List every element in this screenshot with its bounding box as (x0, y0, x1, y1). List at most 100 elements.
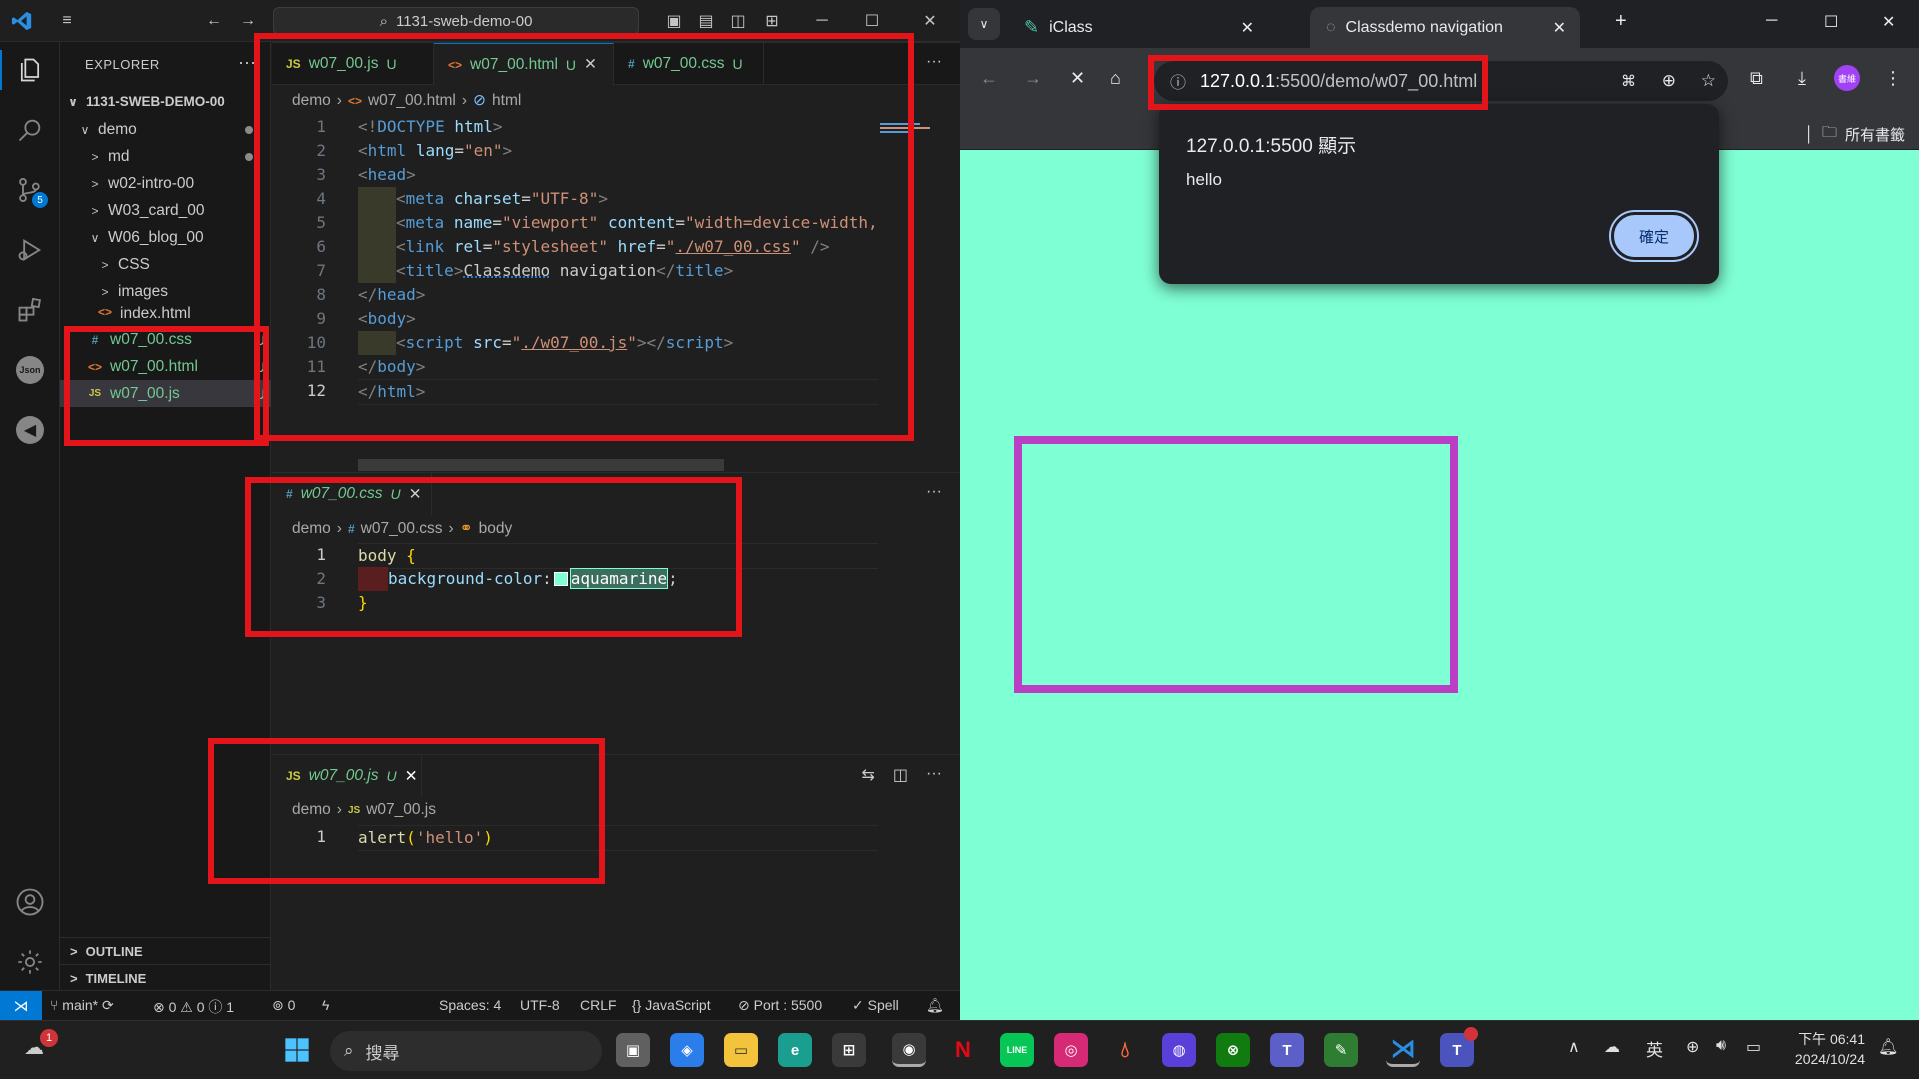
back-icon[interactable]: ← (980, 68, 998, 89)
teams-work-icon[interactable]: T (1440, 1027, 1478, 1067)
instagram-icon[interactable]: ◎ (1054, 1033, 1088, 1067)
tree-file-w07-js[interactable]: JS w07_00.js U (60, 380, 271, 407)
tree-file-w07-html[interactable]: <> w07_00.html U (60, 353, 271, 380)
extensions-icon[interactable] (12, 292, 48, 328)
customize-layout-icon[interactable]: ⊞ (760, 9, 784, 33)
copilot-icon[interactable]: ◈ (670, 1033, 704, 1067)
eol-status[interactable]: CRLF (580, 997, 617, 1013)
split-editor-icon[interactable]: ◫ (893, 765, 908, 785)
code-editor-html[interactable]: 1 2 3 4 5 6 7 8 9 10 11 12 <!DOCTYPE htm… (272, 115, 878, 435)
json-icon[interactable]: Json (12, 352, 48, 388)
ime-indicator[interactable]: 英 (1646, 1036, 1663, 1061)
tab-w07-html[interactable]: <> w07_00.html U ✕ (434, 43, 614, 85)
downloads-icon[interactable]: ⤓ (1798, 68, 1806, 89)
forward-icon[interactable]: → (236, 9, 260, 33)
maximize-icon[interactable]: ☐ (1824, 12, 1838, 32)
back-icon[interactable]: ← (202, 9, 226, 33)
close-icon[interactable]: ✕ (1882, 12, 1895, 32)
settings-gear-icon[interactable] (12, 944, 48, 980)
volume-icon[interactable]: 🔊︎ (1716, 1037, 1726, 1055)
tab-w07-css[interactable]: # w07_00.css U ✕ (272, 473, 432, 515)
horizontal-scrollbar[interactable] (358, 459, 724, 471)
home-icon[interactable]: ⌂ (1110, 68, 1121, 89)
zoom-icon[interactable]: ⊕ (1662, 71, 1676, 91)
extensions-icon[interactable]: ⧉ (1750, 68, 1763, 89)
paint-icon[interactable]: 💧︎ (1108, 1033, 1142, 1067)
teams-icon[interactable]: T (1270, 1033, 1304, 1067)
spell-status[interactable]: ✓ Spell (852, 997, 899, 1014)
ok-button[interactable]: 確定 (1609, 210, 1699, 262)
close-tab-icon[interactable]: ✕ (584, 55, 597, 74)
more-actions-icon[interactable]: ··· (926, 53, 942, 71)
problems-status[interactable]: ⊗ 0 ⚠ 0 ⓘ 1 (153, 997, 234, 1017)
more-actions-icon[interactable]: ··· (926, 765, 942, 785)
tree-folder-images[interactable]: > images (60, 278, 271, 305)
toggle-sidebar-icon[interactable]: ▣ (662, 9, 686, 33)
minimize-icon[interactable]: ─ (810, 9, 834, 33)
line-icon[interactable]: LINE (1000, 1033, 1034, 1067)
all-bookmarks[interactable]: │ 🗀 所有書籤 (1805, 122, 1905, 147)
profile-avatar[interactable]: 書維 (1834, 65, 1860, 91)
address-bar[interactable]: ⓘ 127.0.0.1:5500/demo/w07_00.html ☆ ⊕ ⌘ (1154, 61, 1728, 101)
code-editor-css[interactable]: 1 2 3 body { background-color: aquamarine… (272, 543, 878, 623)
close-tab-icon[interactable]: ✕ (1553, 18, 1566, 38)
close-tab-icon[interactable]: ✕ (405, 767, 418, 786)
toggle-panel-icon[interactable]: ▤ (694, 9, 718, 33)
forward-icon[interactable]: → (1024, 68, 1042, 89)
tab-w07-js[interactable]: JS w07_00.js U ✕ (272, 755, 422, 797)
indentation-status[interactable]: Spaces: 4 (439, 997, 501, 1013)
branch-status[interactable]: ⑂ main* ⟳ (50, 997, 114, 1014)
remote-explorer-icon[interactable]: ◀ (12, 412, 48, 448)
live-server-status[interactable]: ⊘ Port : 5500 (738, 997, 822, 1014)
close-tab-icon[interactable]: ✕ (1241, 18, 1254, 38)
close-tab-icon[interactable]: ✕ (409, 485, 422, 504)
toggle-secondary-sidebar-icon[interactable]: ◫ (726, 9, 750, 33)
tab-w07-css[interactable]: # w07_00.css U (614, 43, 764, 85)
tree-file-index[interactable]: <> index.html (60, 305, 271, 319)
onedrive-icon[interactable]: ☁ (1604, 1037, 1620, 1057)
windows-start-icon[interactable] (280, 1033, 314, 1067)
close-icon[interactable]: ✕ (918, 9, 942, 33)
chrome-menu-icon[interactable]: ⋮ (1884, 68, 1902, 89)
outline-section[interactable]: > OUTLINE (60, 937, 271, 964)
search-icon[interactable] (12, 112, 48, 148)
menu-icon[interactable]: ≡ (55, 9, 79, 33)
workspace-root[interactable]: ∨ 1131-SWEB-DEMO-00 (60, 88, 271, 115)
source-control-icon[interactable]: 5 (12, 172, 48, 208)
command-center[interactable]: ⌕ 1131-sweb-demo-00 (273, 7, 639, 35)
messenger-icon[interactable]: ◍ (1162, 1033, 1196, 1067)
chrome-tab-iclass[interactable]: ✎ iClass ✕ (1008, 7, 1268, 48)
taskbar-search[interactable]: ⌕ 搜尋 (330, 1031, 602, 1071)
tree-folder-md[interactable]: > md (60, 143, 271, 170)
bookmark-star-icon[interactable]: ☆ (1701, 71, 1716, 91)
color-swatch[interactable] (553, 572, 568, 586)
vscode-icon[interactable]: ⋊ (1386, 1033, 1420, 1067)
network-globe-icon[interactable]: ⊕ (1686, 1037, 1699, 1057)
maximize-icon[interactable]: ☐ (860, 9, 884, 33)
language-status[interactable]: {} JavaScript (632, 997, 711, 1013)
tree-folder-demo[interactable]: ∨ demo (60, 116, 271, 143)
netflix-icon[interactable]: N (946, 1033, 980, 1067)
translate-icon[interactable]: ⌘ (1621, 72, 1636, 90)
lightning-icon[interactable]: ϟ (322, 997, 329, 1013)
edge-icon[interactable]: e (778, 1033, 812, 1067)
explorer-icon[interactable] (12, 52, 48, 88)
show-hidden-icons-chevron-icon[interactable]: ∧ (1568, 1037, 1580, 1057)
xbox-icon[interactable]: ⊗ (1216, 1033, 1250, 1067)
code-editor-js[interactable]: 1 alert('hello') (272, 825, 878, 855)
system-clock[interactable]: 下午 06:41 2024/10/24 (1795, 1029, 1865, 1069)
tree-file-w07-css[interactable]: # w07_00.css U (60, 326, 271, 353)
notifications-bell-icon[interactable]: 🔔︎ (926, 997, 944, 1014)
chrome-icon[interactable]: ◉ (892, 1033, 926, 1067)
tree-folder-w06[interactable]: ∨ W06_blog_00 (60, 224, 271, 251)
site-info-icon[interactable]: ⓘ (1170, 69, 1186, 93)
file-explorer-icon[interactable]: ▭ (724, 1033, 758, 1067)
minimize-icon[interactable]: ─ (1766, 12, 1777, 30)
stop-loading-icon[interactable]: ✕ (1070, 68, 1085, 89)
widgets-icon[interactable]: ☁ 1 (24, 1029, 58, 1065)
tab-search-chevron-icon[interactable]: ∨ (968, 8, 1000, 40)
tree-folder-w03[interactable]: > W03_card_00 (60, 197, 271, 224)
tree-folder-w02[interactable]: > w02-intro-00 (60, 170, 271, 197)
more-actions-icon[interactable]: ··· (238, 52, 256, 73)
compare-changes-icon[interactable]: ⇆ (861, 765, 874, 785)
